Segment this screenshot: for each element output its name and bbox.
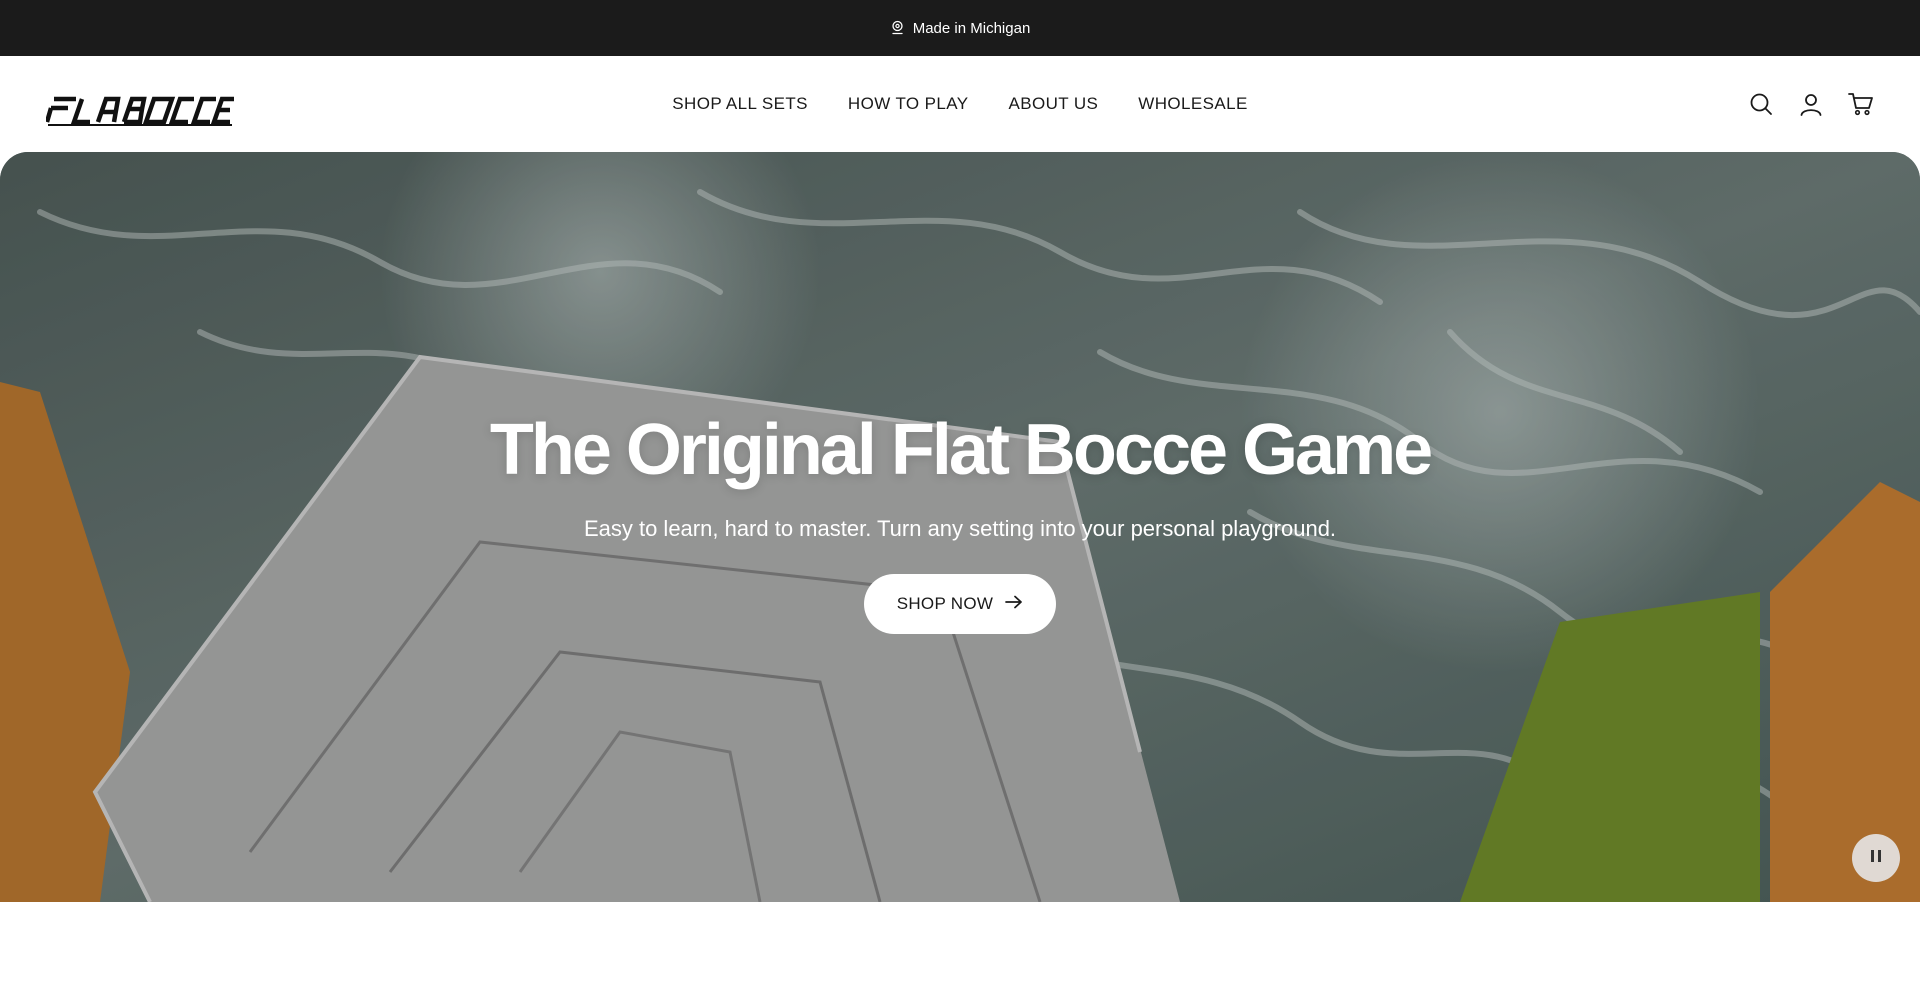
- nav-wholesale[interactable]: WHOLESALE: [1138, 94, 1247, 114]
- hero-subtitle: Easy to learn, hard to master. Turn any …: [583, 516, 1337, 541]
- pause-icon: [1869, 848, 1883, 869]
- arrow-right-icon: [1005, 594, 1023, 614]
- hero-banner: The Original Flat Bocce Game Easy to lea…: [0, 152, 1920, 902]
- main-nav: SHOP ALL SETS HOW TO PLAY ABOUT US WHOLE…: [0, 56, 1920, 152]
- account-icon[interactable]: [1798, 91, 1824, 117]
- cart-icon[interactable]: [1848, 91, 1874, 117]
- map-pin-icon: [890, 20, 905, 36]
- nav-how-to-play[interactable]: HOW TO PLAY: [848, 94, 969, 114]
- header-actions: [1748, 56, 1874, 152]
- shop-now-button[interactable]: SHOP NOW: [864, 574, 1056, 634]
- hero-title: The Original Flat Bocce Game: [489, 410, 1433, 490]
- site-header: SHOP ALL SETS HOW TO PLAY ABOUT US WHOLE…: [0, 56, 1920, 152]
- nav-about-us[interactable]: ABOUT US: [1009, 94, 1099, 114]
- shop-now-label: SHOP NOW: [896, 594, 994, 613]
- hero-content: The Original Flat Bocce Game Easy to lea…: [0, 414, 1920, 634]
- search-icon[interactable]: [1748, 91, 1774, 117]
- nav-shop-all-sets[interactable]: SHOP ALL SETS: [672, 94, 808, 114]
- announcement-bar: Made in Michigan: [0, 0, 1920, 56]
- pause-video-button[interactable]: [1852, 834, 1900, 882]
- announcement-text: Made in Michigan: [912, 19, 1031, 37]
- flabocce-logo[interactable]: [44, 94, 234, 126]
